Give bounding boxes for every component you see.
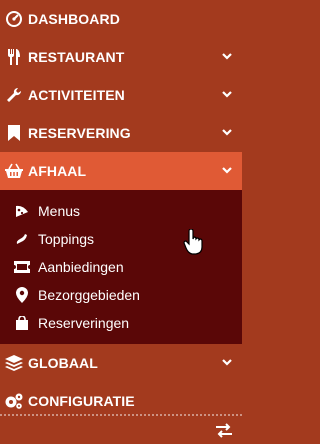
menu-label-configuratie: CONFIGURATIE (28, 393, 135, 409)
submenu-label-bezorggebieden: Bezorggebieden (38, 287, 140, 303)
utensils-icon (4, 47, 24, 67)
menu-label-restaurant: RESTAURANT (28, 49, 125, 65)
menu-label-globaal: GLOBAAL (28, 355, 98, 371)
menu-item-afhaal[interactable]: AFHAAL (0, 152, 242, 190)
cogs-icon (4, 391, 24, 411)
menu-label-activiteiten: ACTIVITEITEN (28, 87, 125, 103)
submenu-label-reserveringen: Reserveringen (38, 315, 130, 331)
menu-item-dashboard[interactable]: DASHBOARD (0, 0, 242, 38)
submenu-item-menus[interactable]: Menus (0, 197, 242, 225)
pizza-icon (14, 203, 30, 219)
ticket-icon (14, 259, 30, 275)
afhaal-submenu: Menus Toppings Aanbiedingen Bezorggebied… (0, 190, 242, 344)
exchange-arrows-icon[interactable] (214, 420, 234, 440)
map-marker-icon (14, 287, 30, 303)
menu-label-afhaal: AFHAAL (28, 163, 87, 179)
chevron-down-icon (222, 129, 232, 136)
chevron-down-icon (222, 359, 232, 366)
submenu-item-toppings[interactable]: Toppings (0, 225, 242, 253)
basket-icon (4, 161, 24, 181)
chevron-down-icon (222, 167, 232, 174)
chevron-down-icon (222, 91, 232, 98)
bookmark-icon (4, 123, 24, 143)
menu-label-dashboard: DASHBOARD (28, 11, 120, 27)
submenu-label-menus: Menus (38, 203, 81, 219)
chevron-down-icon (222, 53, 232, 60)
gauge-icon (4, 9, 24, 29)
submenu-label-toppings: Toppings (38, 231, 95, 247)
menu-item-activiteiten[interactable]: ACTIVITEITEN (0, 76, 242, 114)
submenu-item-bezorggebieden[interactable]: Bezorggebieden (0, 281, 242, 309)
submenu-label-aanbiedingen: Aanbiedingen (38, 259, 124, 275)
hand-cursor-icon (183, 229, 203, 255)
menu-item-restaurant[interactable]: RESTAURANT (0, 38, 242, 76)
sidebar-divider (0, 414, 242, 416)
wrench-icon (4, 85, 24, 105)
pepper-icon (14, 231, 30, 247)
submenu-item-reserveringen[interactable]: Reserveringen (0, 309, 242, 337)
menu-item-reservering[interactable]: RESERVERING (0, 114, 242, 152)
layers-icon (4, 353, 24, 373)
menu-item-globaal[interactable]: GLOBAAL (0, 344, 242, 382)
shopping-bag-icon (14, 315, 30, 331)
submenu-item-aanbiedingen[interactable]: Aanbiedingen (0, 253, 242, 281)
menu-label-reservering: RESERVERING (28, 125, 131, 141)
sidebar-nav: DASHBOARD RESTAURANT ACTIVITEITEN RESERV… (0, 0, 242, 420)
